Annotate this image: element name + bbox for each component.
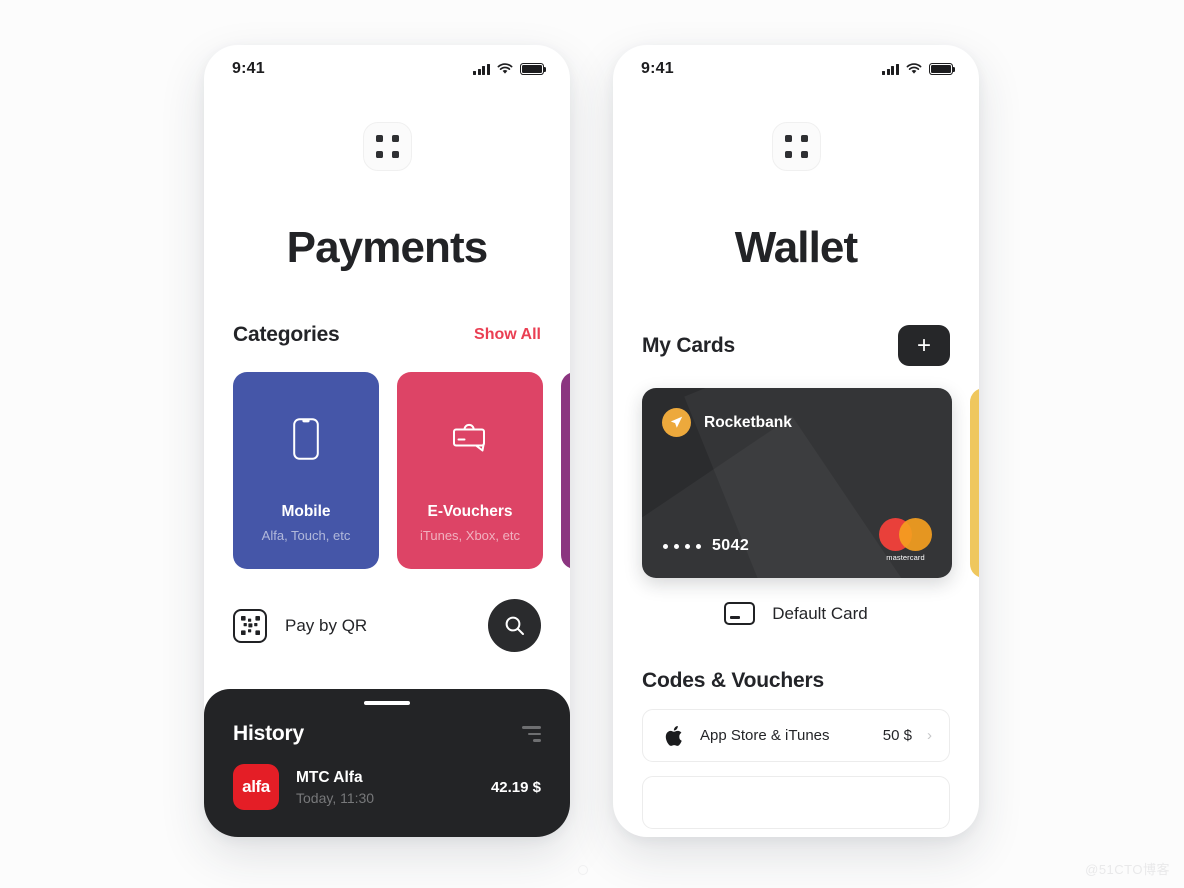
pay-by-qr-row: Pay by QR: [204, 599, 570, 652]
card-icon: [724, 602, 756, 625]
categories-header: Categories Show All: [204, 323, 570, 347]
pay-by-qr-button[interactable]: Pay by QR: [233, 608, 368, 643]
card-number-row: 5042: [663, 537, 749, 555]
category-subtitle: iTunes, Xbox, etc: [420, 528, 520, 543]
phone-icon: [233, 418, 379, 460]
status-time: 9:41: [641, 60, 674, 77]
bank-card-next[interactable]: [970, 388, 979, 578]
category-name: E-Vouchers: [427, 503, 513, 520]
rocket-arrow-icon: [662, 408, 691, 437]
category-card-e-vouchers[interactable]: E-Vouchers iTunes, Xbox, etc: [397, 372, 543, 569]
apple-icon: [660, 725, 686, 747]
search-button[interactable]: [488, 599, 541, 652]
cards-carousel[interactable]: Rocketbank 5042 mastercard: [613, 388, 979, 578]
phone-wallet: 9:41 Wallet My Cards + Rocketbank 5042 m…: [613, 45, 979, 837]
voucher-row-appstore[interactable]: App Store & iTunes 50 $ ›: [642, 709, 950, 762]
history-header: History: [233, 722, 541, 746]
history-amount: 42.19 $: [490, 778, 541, 796]
grip-wrapper-right: [613, 122, 979, 171]
voucher-name: App Store & iTunes: [700, 727, 830, 744]
bank-card-rocketbank[interactable]: Rocketbank 5042 mastercard: [642, 388, 952, 578]
status-icons: [882, 63, 956, 75]
show-all-link[interactable]: Show All: [474, 326, 541, 344]
grid-dots-icon[interactable]: [771, 122, 821, 171]
sheet-handle[interactable]: [364, 701, 410, 705]
add-card-button[interactable]: +: [898, 325, 950, 366]
card-bank-name: Rocketbank: [704, 413, 792, 431]
canvas: 9:41 Payments Categories Show All Mobile…: [0, 0, 1184, 888]
signal-icon: [882, 63, 899, 75]
vouchers-header: Codes & Vouchers: [613, 669, 979, 693]
history-timestamp: Today, 11:30: [296, 789, 375, 806]
category-subtitle: Alfa, Touch, etc: [261, 528, 351, 543]
grid-dots-icon[interactable]: [362, 122, 412, 171]
masked-digits-icon: [663, 543, 701, 549]
status-time: 9:41: [232, 60, 265, 77]
battery-icon: [520, 63, 547, 75]
phone-payments: 9:41 Payments Categories Show All Mobile…: [204, 45, 570, 837]
wifi-icon: [906, 63, 922, 75]
watermark: @51CTO博客: [1085, 862, 1170, 877]
card-bank-row: Rocketbank: [662, 408, 792, 437]
status-icons: [473, 63, 547, 75]
history-row[interactable]: alfa MTC Alfa Today, 11:30 42.19 $: [233, 764, 541, 810]
history-title: History: [233, 722, 304, 745]
status-bar-right: 9:41: [613, 45, 979, 93]
battery-icon: [929, 63, 956, 75]
decorative-dot: [578, 865, 588, 875]
chevron-right-icon: ›: [927, 727, 932, 744]
history-sheet[interactable]: History alfa MTC Alfa Today, 11:30 42.19…: [204, 689, 570, 837]
page-title: Wallet: [734, 223, 858, 272]
pay-by-qr-label: Pay by QR: [285, 615, 368, 635]
qr-code-icon: [233, 608, 267, 643]
signal-icon: [473, 63, 490, 75]
wifi-icon: [497, 63, 513, 75]
voucher-row-next[interactable]: [642, 776, 950, 829]
page-title: Payments: [286, 223, 489, 272]
mastercard-label: mastercard: [886, 553, 925, 562]
vouchers-title: Codes & Vouchers: [642, 669, 824, 692]
merchant-logo: alfa: [233, 764, 279, 810]
default-card-row[interactable]: Default Card: [613, 602, 979, 625]
history-merchant-name: MTC Alfa: [296, 768, 363, 786]
my-cards-header: My Cards +: [613, 325, 979, 366]
my-cards-title: My Cards: [642, 333, 735, 357]
card-last-four: 5042: [712, 537, 750, 554]
categories-list[interactable]: Mobile Alfa, Touch, etc E-Vouchers iTune…: [204, 372, 570, 569]
voucher-amount: 50 $: [882, 727, 912, 744]
voucher-tag-icon: [397, 418, 543, 454]
category-card-next[interactable]: [561, 372, 570, 569]
mastercard-logo: mastercard: [879, 518, 932, 562]
default-card-label: Default Card: [772, 603, 868, 623]
categories-title: Categories: [233, 323, 340, 346]
status-bar-left: 9:41: [204, 45, 570, 93]
category-card-mobile[interactable]: Mobile Alfa, Touch, etc: [233, 372, 379, 569]
category-name: Mobile: [281, 503, 331, 520]
filter-icon[interactable]: [522, 726, 541, 742]
search-icon: [505, 616, 524, 635]
grip-wrapper-left: [204, 122, 570, 171]
history-row-text: MTC Alfa Today, 11:30: [296, 769, 491, 806]
